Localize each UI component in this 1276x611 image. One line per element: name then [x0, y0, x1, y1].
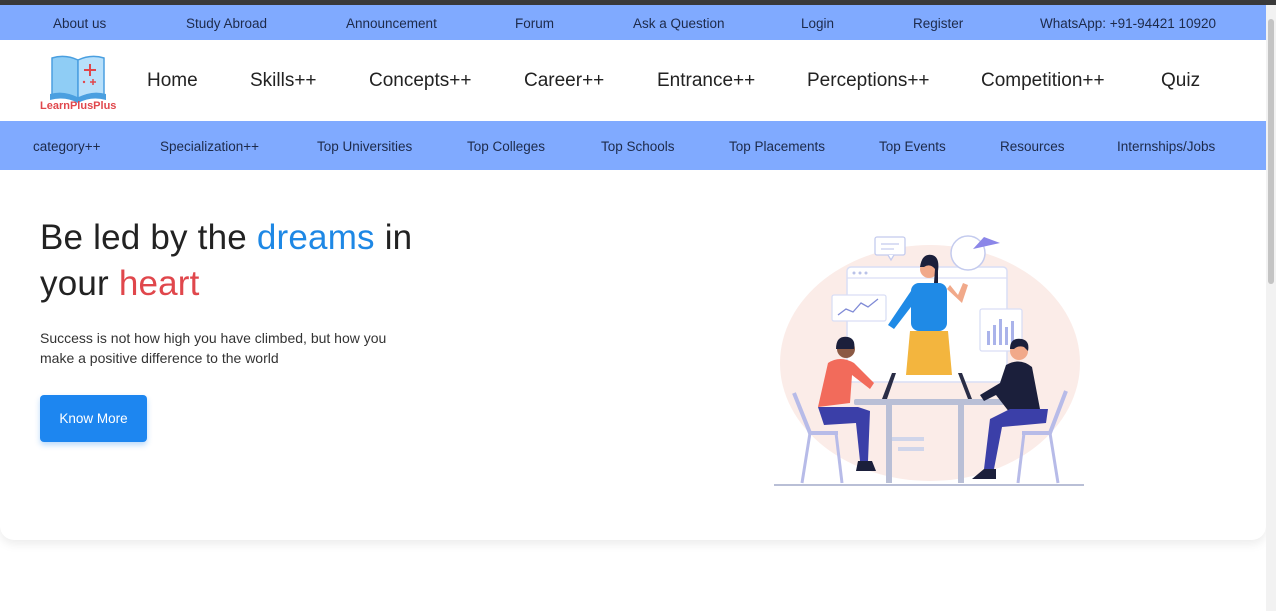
- category-navigation: category++ Specialization++ Top Universi…: [0, 121, 1266, 170]
- hero-title-part1: Be led by the: [40, 218, 257, 257]
- subnav-top-events[interactable]: Top Events: [879, 121, 946, 170]
- subnav-specialization[interactable]: Specialization++: [160, 121, 259, 170]
- topbar-link-about-us[interactable]: About us: [53, 5, 106, 40]
- hero-title-part2: in: [374, 218, 413, 257]
- nav-quiz[interactable]: Quiz: [1161, 40, 1200, 121]
- subnav-category[interactable]: category++: [33, 121, 101, 170]
- subnav-internships-jobs[interactable]: Internships/Jobs: [1117, 121, 1215, 170]
- scrollbar-thumb[interactable]: [1268, 19, 1274, 284]
- nav-home[interactable]: Home: [147, 40, 198, 121]
- topbar-link-announcement[interactable]: Announcement: [346, 5, 437, 40]
- team-meeting-illustration: [774, 235, 1084, 486]
- logo-text[interactable]: LearnPlusPlus: [40, 100, 116, 112]
- hero-title-line2: your: [40, 264, 119, 303]
- topbar-link-study-abroad[interactable]: Study Abroad: [186, 5, 267, 40]
- hero-title-highlight-dreams: dreams: [256, 218, 375, 257]
- nav-perceptions[interactable]: Perceptions++: [807, 40, 930, 121]
- hero-title-highlight-heart: heart: [118, 264, 200, 303]
- hero-subtitle: Success is not how high you have climbed…: [40, 330, 387, 366]
- nav-competition[interactable]: Competition++: [981, 40, 1105, 121]
- nav-entrance[interactable]: Entrance++: [657, 40, 755, 121]
- know-more-button[interactable]: Know More: [40, 395, 147, 442]
- subnav-top-colleges[interactable]: Top Colleges: [467, 121, 545, 170]
- subnav-top-universities[interactable]: Top Universities: [317, 121, 412, 170]
- nav-concepts[interactable]: Concepts++: [369, 40, 471, 121]
- subnav-top-schools[interactable]: Top Schools: [601, 121, 675, 170]
- subnav-top-placements[interactable]: Top Placements: [729, 121, 825, 170]
- page-scrollbar[interactable]: [1266, 5, 1276, 611]
- subnav-resources[interactable]: Resources: [1000, 121, 1065, 170]
- top-utility-bar: About us Study Abroad Announcement Forum…: [0, 5, 1266, 40]
- topbar-link-register[interactable]: Register: [913, 5, 963, 40]
- topbar-link-ask-question[interactable]: Ask a Question: [633, 5, 725, 40]
- topbar-link-forum[interactable]: Forum: [515, 5, 554, 40]
- page-container: About us Study Abroad Announcement Forum…: [0, 5, 1266, 540]
- topbar-link-whatsapp[interactable]: WhatsApp: +91-94421 10920: [1040, 5, 1216, 40]
- topbar-link-login[interactable]: Login: [801, 5, 834, 40]
- hero-title: Be led by the dreams in your heart: [40, 215, 412, 307]
- nav-career[interactable]: Career++: [524, 40, 604, 121]
- main-navigation: LearnPlusPlus Home Skills++ Concepts++ C…: [0, 40, 1266, 121]
- nav-skills[interactable]: Skills++: [250, 40, 317, 121]
